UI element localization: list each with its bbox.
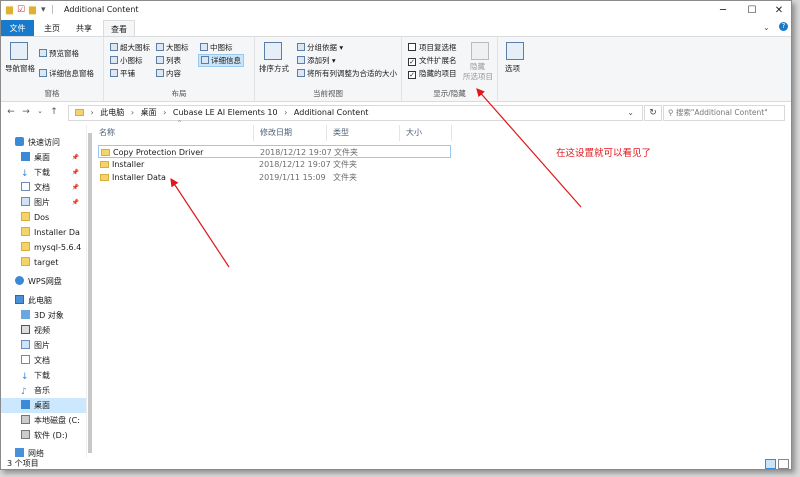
annotation-arrows	[170, 88, 582, 268]
explorer-window: ▆ ☑ ▆ ▾ | Additional Content ─ ☐ ✕ 文件 主页…	[0, 0, 792, 470]
arrow-to-installer-data	[170, 177, 230, 268]
arrow-to-hidden-items	[476, 88, 582, 208]
